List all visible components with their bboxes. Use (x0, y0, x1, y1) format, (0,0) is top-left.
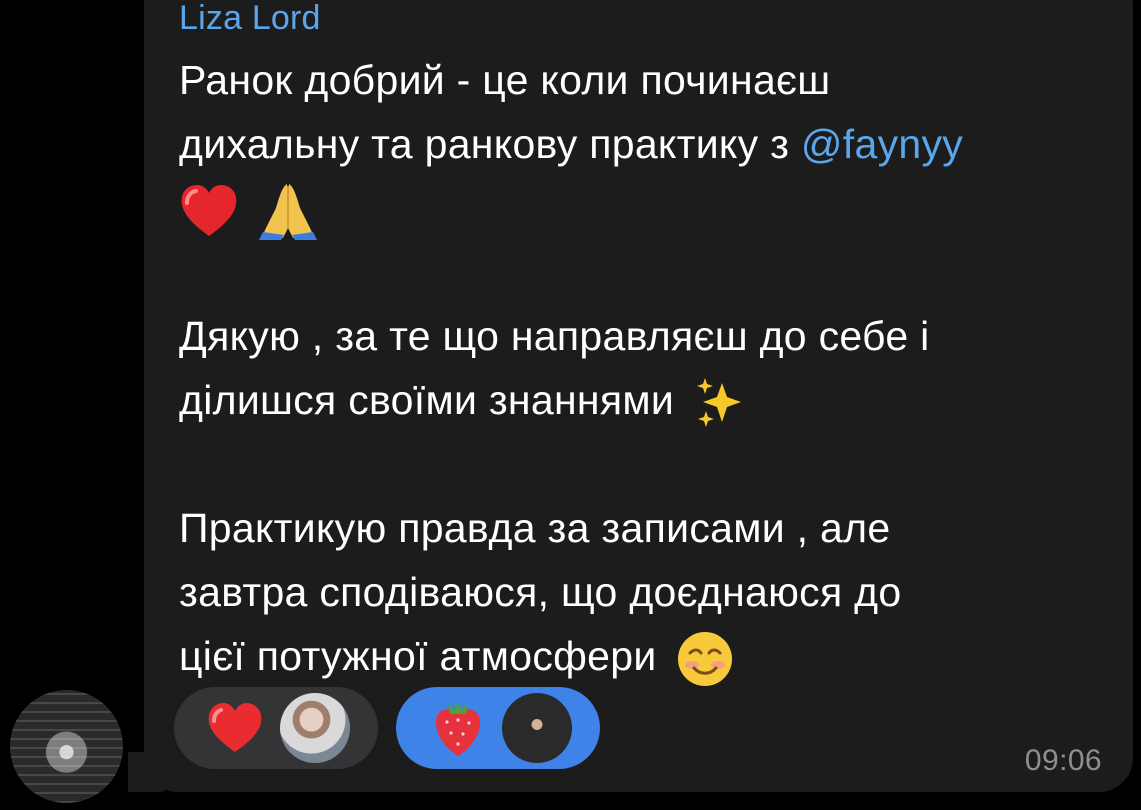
message-line-5: ділишся своїми знаннями (179, 368, 1119, 432)
reaction-strawberry-button[interactable] (396, 687, 600, 769)
strawberry-icon (430, 697, 486, 759)
message-line-4: Дякую , за те що направляєш до себе і (179, 313, 930, 359)
sender-name[interactable]: Liza Lord (179, 0, 321, 38)
message-line-8: цієї потужної атмосфери (179, 624, 1119, 688)
message-line-2-text: дихальну та ранкову практику з (179, 121, 790, 167)
message-line-3 (179, 176, 1119, 242)
message-blank-line-2 (179, 432, 1119, 496)
message-time: 09:06 (1024, 744, 1102, 777)
heart-icon (206, 702, 264, 754)
mention-link[interactable]: @faynyy (801, 121, 963, 167)
sender-avatar[interactable] (10, 690, 123, 803)
message-line-8-text: цієї потужної атмосфери (179, 633, 657, 679)
message-line-2: дихальну та ранкову практику з @faynyy (179, 112, 1119, 176)
message-line-1: Ранок добрий - це коли починаєш (179, 57, 831, 103)
message-line-6: Практикую правда за записами , але (179, 505, 891, 551)
smiling-face-icon (676, 630, 734, 688)
sparkles-icon (692, 375, 748, 431)
message-blank-line-1 (179, 240, 1119, 304)
chat-screen: Liza Lord Ранок добрий - це коли починає… (0, 0, 1141, 810)
message-line-7: завтра сподіваюся, що доєднаюся до (179, 569, 902, 615)
reaction-user-avatar (502, 693, 572, 763)
reaction-user-avatar (280, 693, 350, 763)
message-line-5-text: ділишся своїми знаннями (179, 377, 675, 423)
folded-hands-icon (257, 180, 319, 242)
reaction-heart-button[interactable] (174, 687, 378, 769)
message-text: Ранок добрий - це коли починаєш дихальну… (179, 48, 1119, 688)
red-heart-icon (179, 183, 239, 239)
